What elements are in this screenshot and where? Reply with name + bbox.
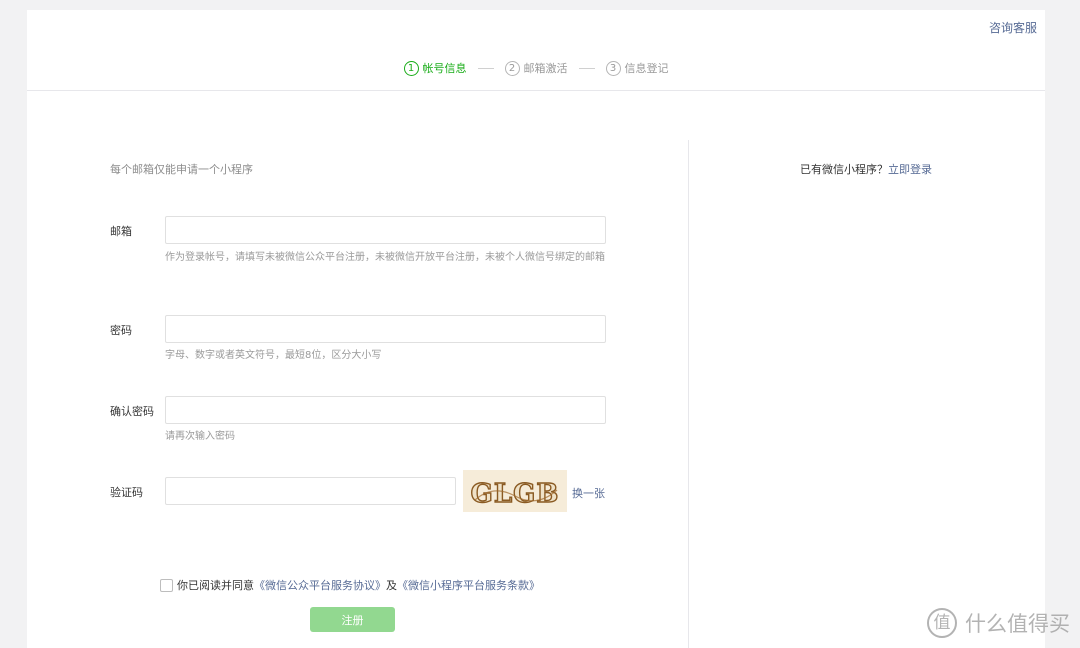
login-link[interactable]: 立即登录 [888,163,932,176]
step-account-info: 1 帐号信息 [403,60,467,76]
password-label: 密码 [110,324,132,337]
agreement-checkbox[interactable] [160,578,173,592]
smzdm-logo-icon: 值 [927,608,957,638]
password-hint: 字母、数字或者英文符号，最短8位，区分大小写 [165,350,382,361]
confirm-password-label: 确认密码 [110,405,154,418]
step-number-icon: 1 [403,60,419,76]
captcha-label: 验证码 [110,486,143,499]
have-account-label: 已有微信小程序？ [800,163,888,176]
step-number-icon: 3 [605,60,621,76]
registration-card: 咨询客服 1 帐号信息 2 邮箱激活 3 信息登记 每个邮箱仅能申请一个小程序 … [27,10,1045,648]
form-tip: 每个邮箱仅能申请一个小程序 [110,163,253,176]
top-bar: 咨询客服 1 帐号信息 2 邮箱激活 3 信息登记 [27,10,1045,91]
have-account-text: 已有微信小程序？立即登录 [800,161,932,177]
agreement-and: 及 [386,579,397,592]
register-button[interactable]: 注册 [310,607,395,632]
step-info-registration: 3 信息登记 [605,60,669,76]
step-email-activation: 2 邮箱激活 [504,60,568,76]
step-label: 信息登记 [624,62,669,75]
agreement-prefix: 你已阅读并同意 [177,579,254,592]
confirm-password-hint: 请再次输入密码 [165,431,235,442]
vertical-divider [688,140,689,648]
platform-agreement-link[interactable]: 《微信公众平台服务协议》 [254,577,386,593]
step-number-icon: 2 [504,60,520,76]
email-hint: 作为登录帐号，请填写未被微信公众平台注册，未被微信开放平台注册，未被个人微信号绑… [165,252,605,263]
step-label: 帐号信息 [422,62,467,75]
refresh-captcha-link[interactable]: 换一张 [572,485,605,501]
confirm-password-field[interactable] [165,396,606,424]
agreement-row: 你已阅读并同意 《微信公众平台服务协议》 及 《微信小程序平台服务条款》 [160,577,540,593]
email-label: 邮箱 [110,225,132,238]
step-indicator: 1 帐号信息 2 邮箱激活 3 信息登记 [27,60,1045,76]
watermark-text: 什么值得买 [965,612,1070,636]
captcha-field[interactable] [165,477,456,505]
watermark: 值 什么值得买 [927,608,1070,638]
step-connector [578,67,595,69]
step-label: 邮箱激活 [523,62,568,75]
miniprogram-terms-link[interactable]: 《微信小程序平台服务条款》 [397,577,540,593]
password-field[interactable] [165,315,606,343]
email-field[interactable] [165,216,606,244]
captcha-image[interactable]: GLGB [463,470,567,512]
step-connector [477,67,494,69]
customer-service-link[interactable]: 咨询客服 [989,19,1037,36]
